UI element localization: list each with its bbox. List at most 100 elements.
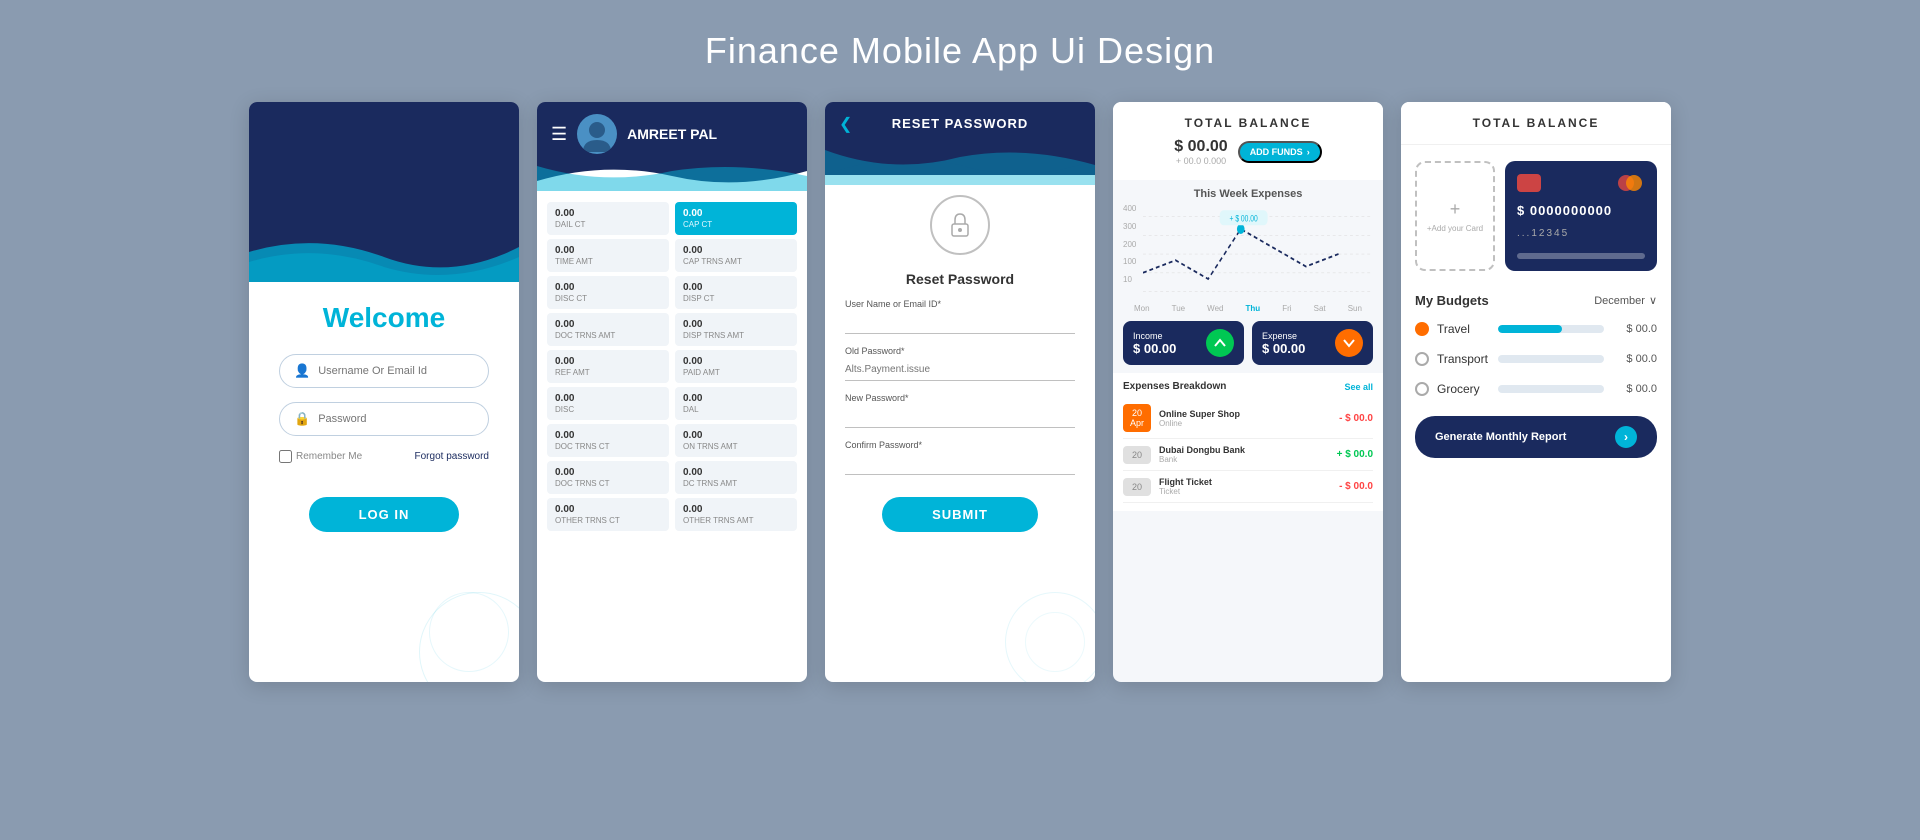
table-cell: 0.00DC TRNS AMT	[675, 461, 797, 494]
confirm-password-input[interactable]	[845, 453, 1075, 475]
watermark-2	[1025, 612, 1085, 672]
username-reset-input[interactable]	[845, 312, 1075, 334]
table-cell: 0.00DOC TRNS CT	[547, 424, 669, 457]
chart-y-labels: 400 300 200 100 10	[1123, 204, 1136, 284]
login-body: Welcome 👤 🔒 Remember Me Forgot password …	[249, 282, 519, 552]
breakdown-amount: + $ 00.0	[1337, 449, 1373, 460]
credit-card: $ 0000000000 ...12345	[1505, 161, 1657, 271]
table-cell: 0.00PAID AMT	[675, 350, 797, 383]
breakdown-item: 20 Flight Ticket Ticket - $ 00.0	[1123, 471, 1373, 503]
dashboard-header: TOTAL BALANCE $ 00.00 + 00.0 0.000 ADD F…	[1113, 102, 1383, 180]
generate-btn-label: Generate Monthly Report	[1435, 431, 1566, 443]
table-cell: 0.00DISC CT	[547, 276, 669, 309]
budgets-header: TOTAL BALANCE	[1401, 102, 1671, 145]
budget-label: Transport	[1437, 352, 1490, 366]
breakdown-item: 20 Apr Online Super Shop Online - $ 00.0	[1123, 398, 1373, 439]
table-cell: 0.00DOC TRNS AMT	[547, 313, 669, 346]
screen-budgets: TOTAL BALANCE + +Add your Card $ 0000000…	[1401, 102, 1671, 682]
generate-monthly-report-button[interactable]: Generate Monthly Report ›	[1415, 416, 1657, 458]
table-col-2: 0.00CAP CT0.00CAP TRNS AMT0.00DISP CT0.0…	[675, 202, 797, 531]
budget-dot	[1415, 352, 1429, 366]
table-cell: 0.00DOC TRNS CT	[547, 461, 669, 494]
table-cell: 0.00DISC	[547, 387, 669, 420]
table-cell: 0.00ON TRNS AMT	[675, 424, 797, 457]
add-funds-button[interactable]: ADD FUNDS ›	[1238, 141, 1322, 163]
submit-button[interactable]: SUBMIT	[882, 497, 1038, 532]
add-card-label: +Add your Card	[1427, 224, 1483, 233]
screen-login: Welcome 👤 🔒 Remember Me Forgot password …	[249, 102, 519, 682]
card-number: $ 0000000000	[1517, 203, 1645, 218]
hamburger-icon[interactable]: ☰	[551, 124, 567, 145]
reset-title: RESET PASSWORD	[892, 116, 1029, 131]
breakdown-amount: - $ 00.0	[1339, 413, 1373, 424]
forgot-password-link[interactable]: Forgot password	[415, 451, 489, 462]
new-password-form-field: New Password*	[845, 393, 1075, 428]
breakdown-name: Dubai Dongbu Bank	[1159, 445, 1329, 455]
add-card-button[interactable]: + +Add your Card	[1415, 161, 1495, 271]
balance-amount-row: $ 00.00 + 00.0 0.000 ADD FUNDS ›	[1127, 138, 1369, 166]
screen-reset-password: ❮ RESET PASSWORD Reset Password User Nam…	[825, 102, 1095, 682]
back-button[interactable]: ❮	[839, 114, 852, 134]
svg-text:+ $ 00.00: + $ 00.00	[1230, 214, 1259, 224]
breakdown-item: 20 Dubai Dongbu Bank Bank + $ 00.0	[1123, 439, 1373, 471]
password-input[interactable]	[318, 413, 474, 425]
card-brand-icon	[1615, 173, 1645, 193]
budget-label: Grocery	[1437, 382, 1490, 396]
card-dots: ...12345	[1517, 228, 1645, 239]
reset-body: Reset Password User Name or Email ID* Ol…	[825, 175, 1095, 552]
watermark-1	[1005, 592, 1095, 682]
screen-dashboard: TOTAL BALANCE $ 00.00 + 00.0 0.000 ADD F…	[1113, 102, 1383, 682]
expense-icon	[1335, 329, 1363, 357]
password-field[interactable]: 🔒	[279, 402, 489, 436]
user-name: AMREET PAL	[627, 126, 717, 142]
table-cell: 0.00DAIL CT	[547, 202, 669, 235]
expense-amount: $ 00.00	[1262, 341, 1305, 356]
budget-amount: $ 00.0	[1612, 323, 1657, 335]
budget-items-list: Travel $ 00.0 Transport $ 00.0 Grocery $…	[1401, 314, 1671, 404]
income-amount: $ 00.00	[1133, 341, 1176, 356]
watermark-circle	[419, 592, 519, 682]
breakdown-date: 20	[1123, 446, 1151, 464]
login-button[interactable]: LOG IN	[309, 497, 460, 532]
new-password-input[interactable]	[845, 406, 1075, 428]
breakdown-info: Online Super Shop Online	[1159, 409, 1331, 428]
breakdown-info: Dubai Dongbu Bank Bank	[1159, 445, 1329, 464]
remember-label[interactable]: Remember Me	[279, 450, 362, 463]
budget-bar-fill	[1498, 325, 1562, 333]
budget-bar	[1498, 385, 1604, 393]
expense-chart: 400 300 200 100 10 + $ 00.00	[1113, 204, 1383, 304]
see-all-link[interactable]: See all	[1344, 382, 1373, 392]
table-cell: 0.00DISP CT	[675, 276, 797, 309]
this-week-label: This Week Expenses	[1113, 188, 1383, 200]
breakdown-sub: Ticket	[1159, 487, 1331, 496]
page-title: Finance Mobile App Ui Design	[705, 30, 1215, 72]
old-password-form-field: Old Password*	[845, 346, 1075, 381]
budget-bar	[1498, 325, 1604, 333]
watermark-circle-inner	[429, 592, 509, 672]
breakdown-sub: Online	[1159, 419, 1331, 428]
remember-checkbox[interactable]	[279, 450, 292, 463]
budget-item: Travel $ 00.0	[1401, 314, 1671, 344]
income-icon	[1206, 329, 1234, 357]
budget-amount: $ 00.0	[1612, 383, 1657, 395]
breakdown-info: Flight Ticket Ticket	[1159, 477, 1331, 496]
old-password-input[interactable]	[845, 359, 1075, 381]
remember-row: Remember Me Forgot password	[279, 450, 489, 463]
balance-amount: $ 00.00	[1174, 138, 1227, 156]
username-field[interactable]: 👤	[279, 354, 489, 388]
username-input[interactable]	[318, 365, 474, 377]
table-cell: 0.00DAL	[675, 387, 797, 420]
expenses-breakdown: Expenses Breakdown See all 20 Apr Online…	[1113, 373, 1383, 511]
my-budgets-header: My Budgets December ∨	[1401, 287, 1671, 314]
chart-x-labels: Mon Tue Wed Thu Fri Sat Sun	[1113, 304, 1383, 313]
breakdown-name: Flight Ticket	[1159, 477, 1331, 487]
table-cell: 0.00TIME AMT	[547, 239, 669, 272]
reset-header: ❮ RESET PASSWORD	[825, 102, 1095, 145]
card-bar	[1517, 253, 1645, 259]
income-box: Income $ 00.00	[1123, 321, 1244, 365]
breakdown-title: Expenses Breakdown	[1123, 381, 1226, 392]
budget-item: Transport $ 00.0	[1401, 344, 1671, 374]
breakdown-sub: Bank	[1159, 455, 1329, 464]
month-dropdown[interactable]: December ∨	[1594, 294, 1657, 307]
breakdown-header: Expenses Breakdown See all	[1123, 381, 1373, 392]
